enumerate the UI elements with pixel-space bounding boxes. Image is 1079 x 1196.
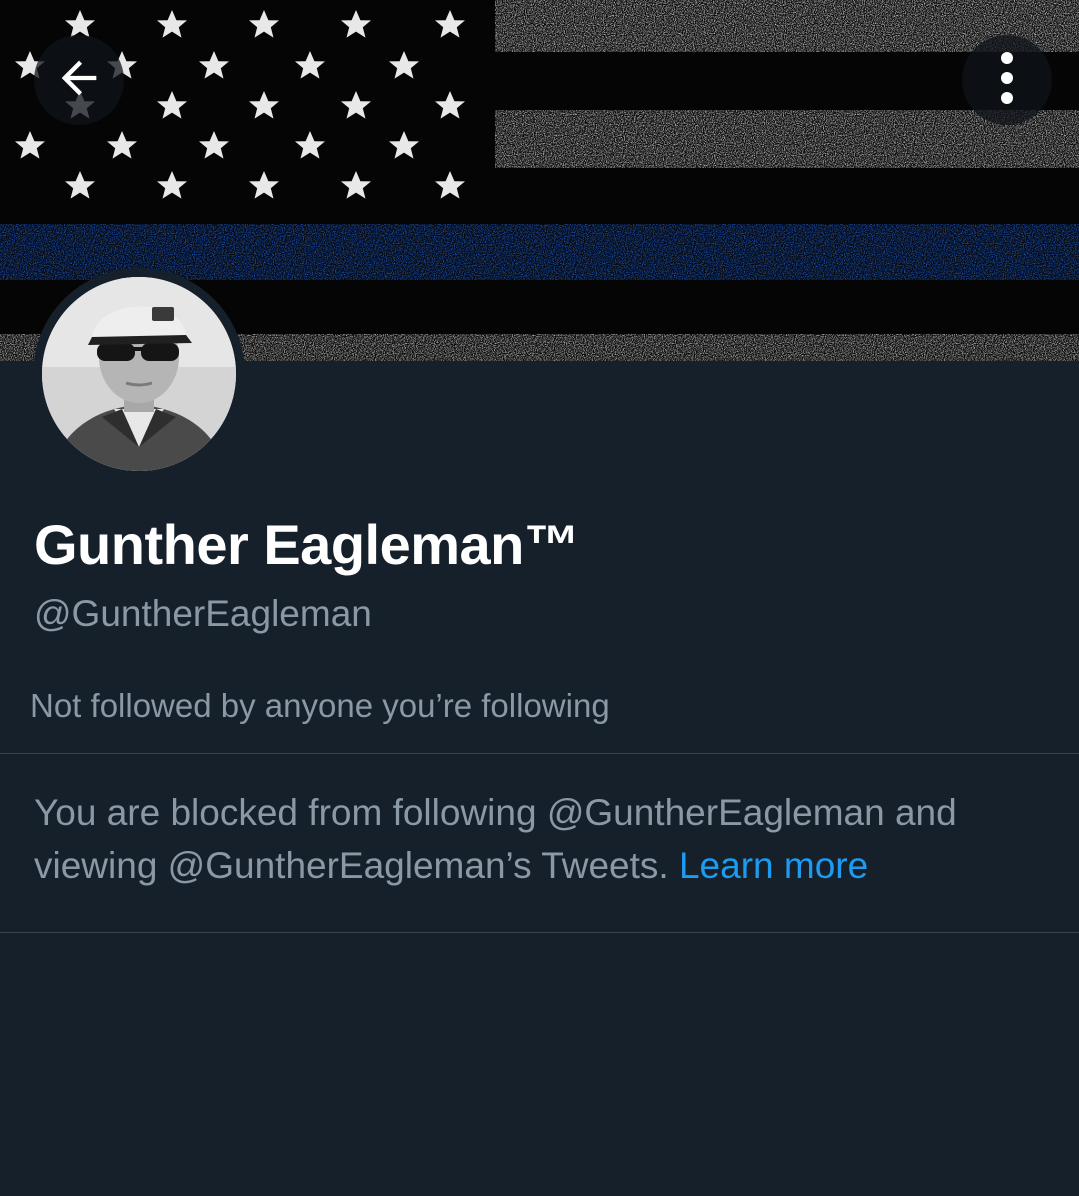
- avatar-photo: [42, 277, 236, 471]
- profile-handle: @GuntherEagleman: [34, 593, 372, 634]
- divider: [0, 753, 1079, 754]
- followers-you-know: Not followed by anyone you’re following: [30, 687, 610, 724]
- back-button[interactable]: [34, 35, 124, 125]
- more-vertical-icon: [999, 50, 1015, 111]
- display-name: Gunther Eagleman™: [34, 513, 580, 576]
- profile-page: Gunther Eagleman™ @GuntherEagleman Not f…: [0, 0, 1079, 1196]
- learn-more-link[interactable]: Learn more: [679, 845, 868, 886]
- divider: [0, 932, 1079, 933]
- more-options-button[interactable]: [962, 35, 1052, 125]
- arrow-left-icon: [53, 52, 105, 109]
- blocked-notice: You are blocked from following @GuntherE…: [34, 786, 1044, 892]
- profile-avatar[interactable]: [33, 268, 245, 480]
